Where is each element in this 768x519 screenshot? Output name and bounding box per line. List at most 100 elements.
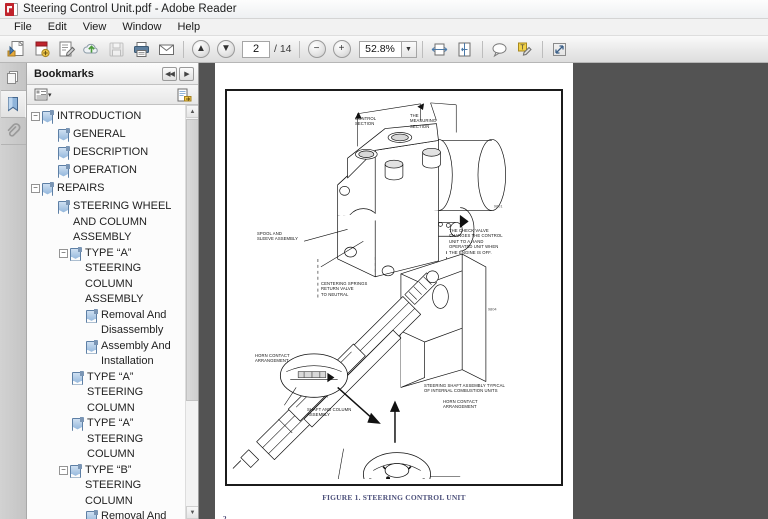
bookmark-page-icon (72, 417, 84, 431)
diagram-label-check-valve: THE CHECK VALVE CHANGES THE CONTROL UNIT… (449, 228, 503, 255)
bookmark-label: Assembly And Installation (101, 339, 171, 368)
diagram-label-shaft-column: SHAFT AND COLUMN ASSEMBLY (307, 407, 352, 418)
bookmark-page-icon (58, 164, 70, 178)
toolbar-separator-3 (421, 40, 423, 58)
zoom-level-input[interactable]: 52.8% (358, 40, 401, 58)
pdf-document-icon (5, 2, 18, 16)
bookmark-label: TYPE “A” STEERING COLUMN ASSEMBLY (85, 246, 144, 306)
svg-text:9801: 9801 (494, 204, 503, 209)
bookmark-page-icon (58, 200, 70, 214)
bookmark-label: TYPE “A” STEERING COLUMN (87, 370, 144, 414)
fit-width-icon[interactable] (428, 38, 452, 61)
minus-icon: − (307, 40, 326, 58)
svg-text:T: T (520, 44, 525, 51)
window-title: Steering Control Unit.pdf - Adobe Reader (23, 3, 237, 15)
bookmarks-tree[interactable]: − INTRODUCTION GENERAL DESCRIPTION OPERATION… (27, 105, 198, 519)
bookmark-item[interactable]: Removal And Disassembly (73, 308, 184, 339)
options-dropdown-arrow-icon[interactable]: ▾ (48, 91, 52, 99)
bookmark-item[interactable]: − TYPE “A” STEERING COLUMN ASSEMBLY (59, 246, 184, 308)
save-icon[interactable] (104, 38, 128, 61)
bookmarks-panel: Bookmarks ◀◀ ▶ ▾ − INTRODUCTION GENERAL … (27, 63, 199, 519)
diagram-label-spool-sleeve: SPOOL AND SLEEVE ASSEMBLY (257, 231, 298, 242)
bookmark-page-icon (58, 146, 70, 160)
zoom-in-button[interactable]: + (330, 38, 354, 61)
bookmark-item[interactable]: Assembly And Installation (73, 339, 184, 370)
pdf-page: 9804 9801 CONTROL SECTION THE MEASURING … (215, 63, 573, 519)
bookmark-page-icon (86, 308, 98, 323)
create-pdf-icon[interactable] (29, 38, 53, 61)
bookmarks-icon[interactable] (0, 91, 26, 118)
bookmark-item[interactable]: − TYPE “B” STEERING COLUMN (59, 463, 184, 510)
arrow-up-icon: ▲ (192, 40, 210, 58)
document-view[interactable]: 9804 9801 CONTROL SECTION THE MEASURING … (199, 63, 768, 519)
print-icon[interactable] (129, 38, 153, 61)
bookmark-list: − INTRODUCTION GENERAL DESCRIPTION OPERATION… (27, 109, 198, 519)
scroll-up-button[interactable]: ▲ (186, 105, 198, 118)
bookmark-page-icon (42, 182, 54, 196)
bookmark-item[interactable]: Removal And Disassembly (73, 509, 184, 519)
bookmark-page-icon (70, 246, 82, 261)
menu-help[interactable]: Help (169, 20, 208, 34)
bookmarks-title: Bookmarks (34, 67, 94, 80)
figure-border: 9804 9801 CONTROL SECTION THE MEASURING … (225, 89, 563, 486)
bookmark-item[interactable]: STEERING WHEEL AND COLUMN ASSEMBLY (45, 199, 184, 246)
menu-file[interactable]: File (6, 20, 40, 34)
email-icon[interactable] (154, 38, 178, 61)
menu-view[interactable]: View (75, 20, 115, 34)
fullscreen-icon[interactable] (548, 38, 572, 61)
bookmark-label: REPAIRS (57, 182, 105, 194)
menu-edit[interactable]: Edit (40, 20, 75, 34)
edit-pdf-icon[interactable] (54, 38, 78, 61)
diagram-label-steering-shaft: STEERING SHAFT ASSEMBLY TYPICAL OF INTER… (424, 383, 505, 394)
fit-page-icon[interactable] (453, 38, 477, 61)
upload-cloud-icon[interactable] (79, 38, 103, 61)
page-thumbnails-icon[interactable] (0, 64, 26, 91)
bookmark-item[interactable]: DESCRIPTION (45, 145, 184, 163)
bookmark-item[interactable]: − REPAIRS (31, 181, 184, 199)
bookmark-collapse-icon[interactable]: − (59, 248, 68, 258)
bookmarks-scrollbar[interactable]: ▲ ▼ (185, 105, 198, 519)
window-titlebar: Steering Control Unit.pdf - Adobe Reader (0, 0, 768, 19)
bookmark-collapse-icon[interactable]: − (59, 465, 68, 475)
menubar: File Edit View Window Help (0, 19, 768, 36)
bookmark-collapse-icon[interactable]: − (31, 112, 40, 121)
menu-window[interactable]: Window (114, 20, 169, 34)
steering-control-unit-diagram: 9804 9801 (232, 102, 506, 480)
chevron-down-icon[interactable]: ▼ (400, 40, 417, 58)
bookmark-item[interactable]: OPERATION (45, 163, 184, 181)
highlight-text-icon[interactable]: T (513, 38, 537, 61)
bookmark-collapse-icon[interactable]: − (31, 184, 40, 193)
bookmark-label: TYPE “B” STEERING COLUMN (85, 463, 142, 507)
bookmark-page-icon (58, 128, 70, 142)
bookmark-item[interactable]: TYPE “A” STEERING COLUMN (59, 370, 184, 417)
main-toolbar: ▲ ▼ 2 / 14 − + 52.8% ▼ T (0, 36, 768, 63)
navigation-pane-strip (0, 63, 27, 519)
diagram-label-control-section: CONTROL SECTION (355, 116, 377, 127)
page-footer-number: 2 (223, 515, 227, 519)
bookmark-item[interactable]: GENERAL (45, 127, 184, 145)
diagram-label-horn-contact-lower: HORN CONTACT ARRANGEMENT (443, 399, 478, 410)
page-number-input[interactable]: 2 (242, 40, 270, 58)
bookmark-page-icon (72, 370, 84, 385)
open-file-icon[interactable] (4, 38, 28, 61)
expand-pane-button[interactable]: ▶ (179, 66, 194, 81)
attachments-icon[interactable] (0, 118, 26, 145)
diagram-label-centering-springs: CENTERING SPRINGS RETURN VALVE TO NEUTRA… (321, 281, 368, 297)
scrollbar-thumb[interactable] (186, 119, 198, 401)
comment-icon[interactable] (488, 38, 512, 61)
diagram-label-horn-contact-upper: HORN CONTACT ARRANGEMENT (255, 353, 290, 364)
bookmarks-panel-header: Bookmarks ◀◀ ▶ (27, 63, 198, 85)
expand-current-bookmark-icon[interactable] (175, 87, 193, 103)
bookmark-item[interactable]: − INTRODUCTION (31, 109, 184, 127)
bookmark-item[interactable]: TYPE “A” STEERING COLUMN (59, 416, 184, 463)
next-page-button[interactable]: ▼ (214, 38, 238, 61)
bookmark-label: DESCRIPTION (73, 146, 149, 158)
toolbar-separator-1 (183, 40, 184, 58)
page-total-label: / 14 (274, 43, 292, 55)
collapse-pane-button[interactable]: ◀◀ (162, 66, 177, 81)
toolbar-separator-2 (298, 40, 300, 58)
zoom-out-button[interactable]: − (305, 38, 329, 61)
scroll-down-button[interactable]: ▼ (186, 506, 198, 519)
previous-page-button[interactable]: ▲ (189, 38, 213, 61)
bookmark-label: OPERATION (73, 164, 137, 176)
